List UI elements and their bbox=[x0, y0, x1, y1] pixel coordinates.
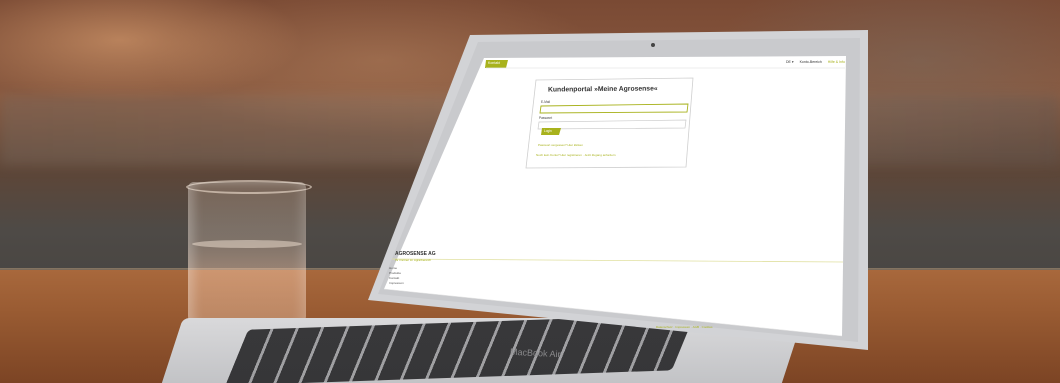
camera-dot bbox=[651, 43, 655, 47]
footer-tagline: Ihr Partner im Agrarbereich bbox=[395, 258, 432, 262]
footer-brand: AGROSENSE AG bbox=[395, 251, 436, 257]
footer-item-home[interactable]: Home bbox=[389, 266, 404, 270]
login-button[interactable]: Login bbox=[544, 129, 552, 133]
footer-item-contact[interactable]: Kontakt bbox=[389, 276, 404, 280]
nav-language[interactable]: DE ▾ bbox=[786, 60, 794, 64]
nav-help[interactable]: Hilfe & Info bbox=[828, 60, 845, 64]
forgot-password-link[interactable]: Passwort vergessen? Hier klicken bbox=[538, 143, 583, 147]
login-title: Kundenportal »Meine Agrosense« bbox=[548, 85, 658, 94]
footer-right-links[interactable]: Datenschutz · Impressum · AGB · Cookies bbox=[656, 325, 713, 329]
photo-scene: MacBook Air Kontakt DE ▾ Konto-Bereich H… bbox=[0, 0, 1060, 383]
username-label: E-Mail bbox=[541, 100, 551, 104]
username-field[interactable] bbox=[541, 106, 687, 113]
footer-menu: Home Produkte Kontakt Impressum bbox=[389, 266, 404, 285]
nav-account[interactable]: Konto-Bereich bbox=[800, 60, 822, 64]
header-contact-button[interactable]: Kontakt bbox=[488, 61, 500, 65]
register-link[interactable]: Noch kein Konto? Hier registrieren · Jet… bbox=[536, 153, 616, 157]
top-nav: DE ▾ Konto-Bereich Hilfe & Info bbox=[786, 60, 845, 64]
footer-item-imprint[interactable]: Impressum bbox=[389, 281, 404, 285]
footer-item-products[interactable]: Produkte bbox=[389, 271, 404, 275]
password-label: Passwort bbox=[539, 116, 553, 120]
laptop-lid bbox=[368, 30, 868, 350]
password-field[interactable] bbox=[539, 122, 685, 129]
